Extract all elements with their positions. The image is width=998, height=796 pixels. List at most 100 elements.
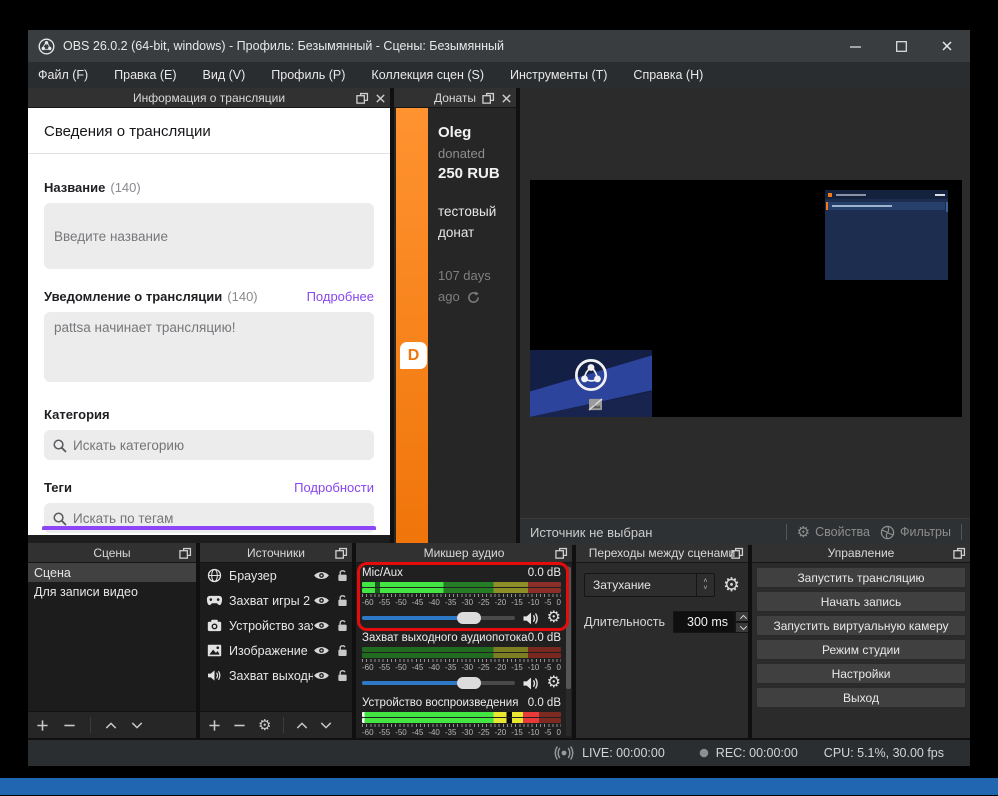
menu-view[interactable]: Вид (V) bbox=[203, 68, 246, 82]
category-search-input[interactable] bbox=[73, 438, 366, 453]
sources-dock-header[interactable]: Источники bbox=[200, 543, 352, 563]
notification-more-link[interactable]: Подробнее bbox=[307, 289, 374, 304]
move-source-down-button[interactable] bbox=[320, 721, 332, 730]
events-window-button bbox=[935, 194, 945, 196]
transitions-dock-header[interactable]: Переходы между сценами bbox=[576, 543, 748, 563]
undock-icon[interactable] bbox=[731, 547, 744, 560]
stream-info-dock-header[interactable]: Информация о трансляции bbox=[28, 88, 390, 108]
combo-spinner-icon[interactable]: ˄˅ bbox=[696, 574, 714, 596]
visibility-eye-icon[interactable] bbox=[313, 595, 330, 606]
minimize-button[interactable] bbox=[832, 30, 878, 62]
controls-dock-header[interactable]: Управление bbox=[752, 543, 970, 563]
scenes-dock-header[interactable]: Сцены bbox=[28, 543, 196, 563]
lock-icon[interactable] bbox=[337, 619, 348, 632]
lock-icon[interactable] bbox=[337, 569, 348, 582]
add-scene-button[interactable] bbox=[36, 719, 49, 732]
visibility-eye-icon[interactable] bbox=[313, 670, 330, 681]
meter-tick-label: 0 bbox=[557, 728, 561, 737]
start-streaming-button[interactable]: Запустить трансляцию bbox=[756, 567, 966, 588]
lock-icon[interactable] bbox=[337, 644, 348, 657]
exit-button[interactable]: Выход bbox=[756, 687, 966, 708]
close-dock-icon[interactable] bbox=[375, 93, 386, 104]
visibility-eye-icon[interactable] bbox=[313, 620, 330, 631]
scene-item[interactable]: Для записи видео bbox=[28, 582, 196, 601]
notification-char-limit: (140) bbox=[227, 289, 257, 304]
stream-title-input[interactable] bbox=[44, 203, 374, 269]
undock-icon[interactable] bbox=[953, 547, 966, 560]
source-item[interactable]: Устройство захва bbox=[200, 613, 352, 638]
settings-button[interactable]: Настройки bbox=[756, 663, 966, 684]
tags-details-link[interactable]: Подробности bbox=[294, 480, 374, 495]
mute-speaker-icon[interactable] bbox=[522, 676, 540, 691]
remove-scene-button[interactable] bbox=[63, 719, 76, 732]
move-scene-down-button[interactable] bbox=[131, 721, 143, 730]
volume-slider-handle[interactable] bbox=[457, 677, 481, 689]
start-virtual-camera-button[interactable]: Запустить виртуальную камеру bbox=[756, 615, 966, 636]
close-button[interactable] bbox=[924, 30, 970, 62]
lock-icon[interactable] bbox=[337, 594, 348, 607]
status-bar: LIVE: 00:00:00 REC: 00:00:00 CPU: 5.1%, … bbox=[28, 740, 970, 766]
mixer-dock-header[interactable]: Микшер аудио bbox=[356, 543, 572, 563]
scene-item[interactable]: Сцена bbox=[28, 563, 196, 582]
volume-slider[interactable] bbox=[362, 676, 515, 690]
channel-settings-gear-icon[interactable]: ⚙ bbox=[547, 610, 561, 626]
menu-tools[interactable]: Инструменты (T) bbox=[510, 68, 607, 82]
meter-tick-label: -10 bbox=[528, 598, 540, 607]
refresh-icon[interactable] bbox=[467, 291, 480, 304]
source-item[interactable]: Захват выходног bbox=[200, 663, 352, 688]
channel-settings-gear-icon[interactable]: ⚙ bbox=[547, 675, 561, 691]
volume-slider-handle[interactable] bbox=[457, 612, 481, 624]
transition-select[interactable]: Затухание ˄˅ bbox=[584, 573, 715, 597]
donationalerts-logo-icon: D bbox=[400, 342, 427, 369]
visibility-eye-icon[interactable] bbox=[313, 645, 330, 656]
source-item[interactable]: Изображение bbox=[200, 638, 352, 663]
menu-profile[interactable]: Профиль (P) bbox=[271, 68, 345, 82]
studio-mode-button[interactable]: Режим студии bbox=[756, 639, 966, 660]
duration-value[interactable]: 300 ms bbox=[673, 611, 735, 633]
tags-search-input[interactable] bbox=[73, 511, 366, 526]
mixer-scrollbar[interactable] bbox=[566, 565, 571, 736]
window-title: OBS 26.0.2 (64-bit, windows) - Профиль: … bbox=[63, 39, 504, 53]
duration-down-button[interactable] bbox=[735, 622, 748, 633]
screenshot-root: OBS 26.0.2 (64-bit, windows) - Профиль: … bbox=[0, 0, 998, 796]
visibility-eye-icon[interactable] bbox=[313, 570, 330, 581]
menu-scene-collection[interactable]: Коллекция сцен (S) bbox=[371, 68, 484, 82]
donation-card: D Oleg donated 250 RUB тестовый донат 10… bbox=[394, 108, 516, 543]
undock-icon[interactable] bbox=[555, 547, 568, 560]
donations-dock-header[interactable]: Донаты bbox=[394, 88, 516, 108]
meter-tick-label: -50 bbox=[395, 598, 407, 607]
remove-source-button[interactable] bbox=[233, 719, 246, 732]
duration-spinbox[interactable]: 300 ms bbox=[673, 611, 748, 633]
move-source-up-button[interactable] bbox=[296, 721, 308, 730]
menu-edit[interactable]: Правка (E) bbox=[114, 68, 176, 82]
meter-tick-label: -5 bbox=[544, 598, 551, 607]
move-scene-up-button[interactable] bbox=[105, 721, 117, 730]
volume-slider[interactable] bbox=[362, 611, 515, 625]
source-item[interactable]: Захват игры 2 bbox=[200, 588, 352, 613]
lock-icon[interactable] bbox=[337, 669, 348, 682]
source-properties-gear-icon[interactable]: ⚙ bbox=[258, 716, 271, 734]
menu-file[interactable]: Файл (F) bbox=[38, 68, 88, 82]
duration-up-button[interactable] bbox=[735, 611, 748, 622]
transition-settings-gear-icon[interactable]: ⚙ bbox=[723, 574, 740, 597]
filters-button[interactable]: Фильтры bbox=[880, 525, 951, 540]
start-recording-button[interactable]: Начать запись bbox=[756, 591, 966, 612]
category-field-label: Категория bbox=[44, 407, 110, 422]
sources-toolbar: ⚙ bbox=[200, 711, 352, 738]
add-source-button[interactable] bbox=[208, 719, 221, 732]
undock-icon[interactable] bbox=[356, 92, 369, 105]
events-window-titlebar bbox=[825, 190, 948, 199]
maximize-button[interactable] bbox=[878, 30, 924, 62]
preview-canvas[interactable] bbox=[530, 180, 962, 417]
properties-button[interactable]: ⚙ Свойства bbox=[797, 523, 870, 541]
close-dock-icon[interactable] bbox=[501, 93, 512, 104]
undock-icon[interactable] bbox=[482, 92, 495, 105]
source-item[interactable]: Браузер bbox=[200, 563, 352, 588]
notification-textarea[interactable]: pattsa начинает трансляцию! bbox=[44, 312, 374, 382]
donation-amount: 250 RUB bbox=[438, 165, 512, 182]
mute-speaker-icon[interactable] bbox=[522, 611, 540, 626]
undock-icon[interactable] bbox=[179, 547, 192, 560]
undock-icon[interactable] bbox=[335, 547, 348, 560]
menu-help[interactable]: Справка (H) bbox=[633, 68, 703, 82]
source-status-text: Источник не выбран bbox=[530, 525, 652, 540]
